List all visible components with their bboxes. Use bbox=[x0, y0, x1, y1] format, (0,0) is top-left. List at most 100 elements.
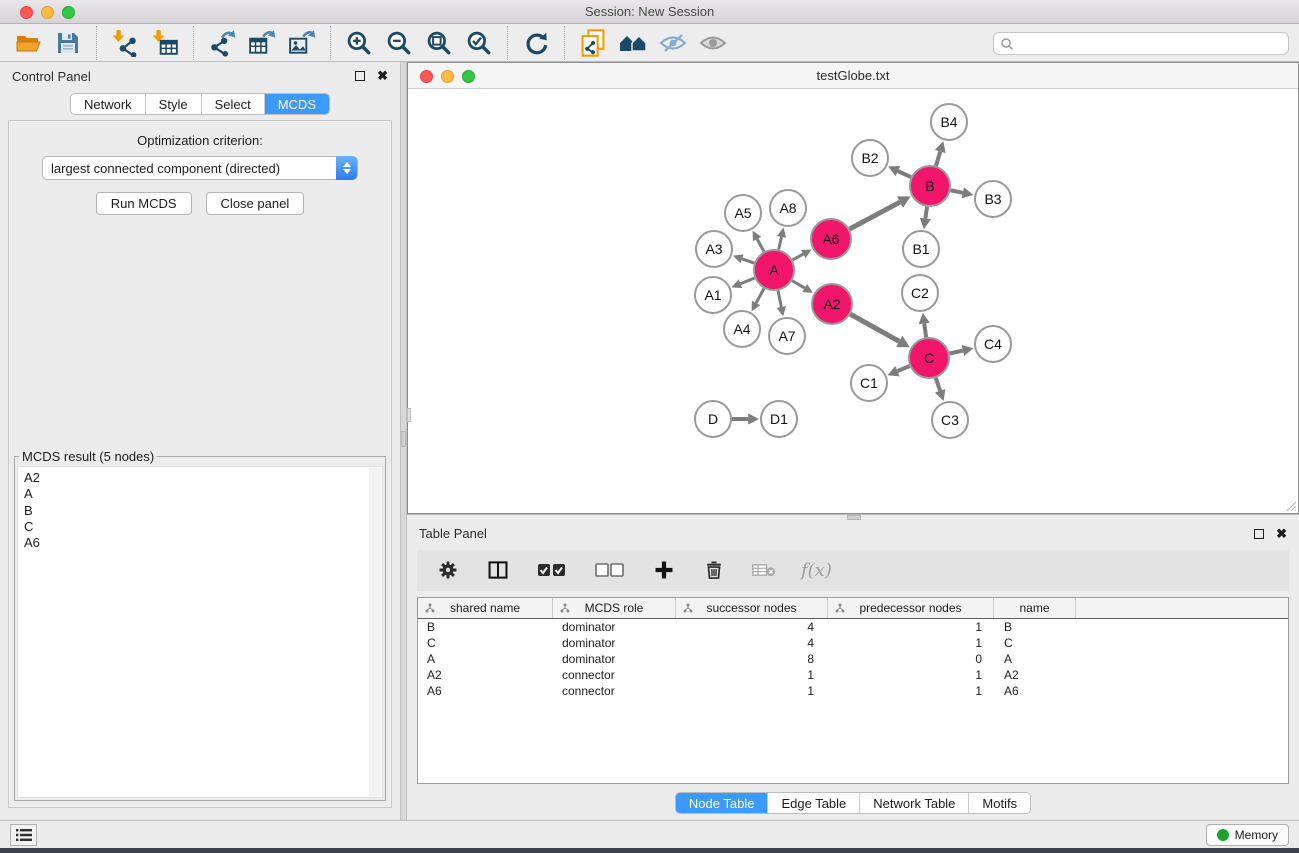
column-header-name[interactable]: name bbox=[994, 598, 1076, 618]
graph-edge-A-A1[interactable] bbox=[740, 278, 754, 284]
table-row[interactable]: B dominator 4 1 B bbox=[418, 619, 1288, 635]
zoom-selected-button[interactable] bbox=[459, 26, 499, 60]
graph-node-A[interactable]: A bbox=[754, 250, 794, 290]
export-image-button[interactable] bbox=[282, 26, 322, 60]
tab-node-table[interactable]: Node Table bbox=[676, 793, 769, 813]
graph-node-B1[interactable]: B1 bbox=[903, 231, 939, 267]
graph-edge-B-B3[interactable] bbox=[951, 190, 963, 193]
graph-edge-B-B2[interactable] bbox=[898, 171, 911, 177]
resize-grip-icon[interactable] bbox=[1284, 499, 1297, 512]
zoom-fit-button[interactable] bbox=[419, 26, 459, 60]
column-header-predecessor-nodes[interactable]: predecessor nodes bbox=[828, 598, 994, 618]
table-settings-button[interactable] bbox=[435, 557, 461, 583]
graph-node-A7[interactable]: A7 bbox=[769, 318, 805, 354]
graph-edge-A6-B[interactable] bbox=[850, 202, 901, 229]
create-column-button[interactable] bbox=[651, 557, 677, 583]
graph-node-B2[interactable]: B2 bbox=[852, 140, 888, 176]
search-box[interactable] bbox=[993, 32, 1289, 55]
refresh-button[interactable] bbox=[516, 26, 556, 60]
open-session-button[interactable] bbox=[8, 26, 48, 60]
graph-node-A6[interactable]: A6 bbox=[811, 219, 851, 259]
tab-network[interactable]: Network bbox=[71, 94, 146, 114]
result-item[interactable]: B bbox=[24, 503, 382, 519]
result-item[interactable]: A6 bbox=[24, 535, 382, 551]
delete-column-button[interactable] bbox=[701, 557, 727, 583]
hide-selected-button[interactable] bbox=[653, 26, 693, 60]
graph-node-A8[interactable]: A8 bbox=[770, 190, 806, 226]
export-table-button[interactable] bbox=[242, 26, 282, 60]
toggle-panel-mode-button[interactable] bbox=[485, 557, 511, 583]
graph-node-A1[interactable]: A1 bbox=[695, 277, 731, 313]
tab-mcds[interactable]: MCDS bbox=[265, 94, 329, 114]
minimize-window-button[interactable] bbox=[41, 6, 54, 19]
tab-style[interactable]: Style bbox=[146, 94, 202, 114]
graph-edge-C-C2[interactable] bbox=[924, 324, 926, 338]
graph-edge-A-A3[interactable] bbox=[742, 259, 754, 263]
graph-edge-A-A6[interactable] bbox=[792, 254, 803, 260]
save-session-button[interactable] bbox=[48, 26, 88, 60]
close-window-button[interactable] bbox=[20, 6, 33, 19]
optimization-criterion-dropdown[interactable]: largest connected component (directed) bbox=[42, 156, 358, 180]
vertical-splitter[interactable] bbox=[400, 62, 407, 820]
graph-edge-A-A4[interactable] bbox=[756, 288, 764, 303]
graph-edge-A2-C[interactable] bbox=[850, 314, 899, 341]
graph-edge-A-A2[interactable] bbox=[792, 281, 805, 288]
hide-all-columns-button[interactable] bbox=[593, 557, 627, 583]
graph-node-C[interactable]: C bbox=[909, 338, 949, 378]
import-table-button[interactable] bbox=[145, 26, 185, 60]
graph-node-D1[interactable]: D1 bbox=[761, 401, 797, 437]
new-network-from-selection-button[interactable] bbox=[573, 26, 613, 60]
show-all-button[interactable] bbox=[693, 26, 733, 60]
network-graph[interactable]: AA1A2A3A4A5A6A7A8BB1B2B3B4CC1C2C3C4DD1 bbox=[409, 90, 1297, 512]
graph-edge-C-C1[interactable] bbox=[897, 366, 909, 371]
column-header-successor-nodes[interactable]: successor nodes bbox=[676, 598, 828, 618]
zoom-in-button[interactable] bbox=[339, 26, 379, 60]
graph-node-A4[interactable]: A4 bbox=[724, 311, 760, 347]
close-table-panel-button[interactable]: ✖ bbox=[1276, 529, 1287, 539]
search-input[interactable] bbox=[1014, 37, 1282, 51]
result-item[interactable]: C bbox=[24, 519, 382, 535]
graph-edge-A-A7[interactable] bbox=[778, 291, 781, 307]
close-panel-button-2[interactable]: Close panel bbox=[206, 192, 305, 215]
view-edge-grip[interactable] bbox=[407, 408, 411, 422]
show-task-history-button[interactable] bbox=[10, 824, 37, 846]
tab-network-table[interactable]: Network Table bbox=[860, 793, 969, 813]
run-mcds-button[interactable]: Run MCDS bbox=[96, 192, 192, 215]
graph-node-C2[interactable]: C2 bbox=[902, 275, 938, 311]
zoom-out-button[interactable] bbox=[379, 26, 419, 60]
graph-node-B[interactable]: B bbox=[910, 166, 950, 206]
memory-button[interactable]: Memory bbox=[1206, 824, 1289, 846]
graph-node-A5[interactable]: A5 bbox=[725, 195, 761, 231]
tab-motifs[interactable]: Motifs bbox=[969, 793, 1030, 813]
graph-node-A3[interactable]: A3 bbox=[696, 231, 732, 267]
close-view-button[interactable] bbox=[420, 70, 433, 83]
tab-edge-table[interactable]: Edge Table bbox=[768, 793, 860, 813]
function-builder-button[interactable]: f(x) bbox=[801, 560, 832, 581]
close-panel-button[interactable]: ✖ bbox=[377, 71, 388, 81]
export-network-button[interactable] bbox=[202, 26, 242, 60]
result-item[interactable]: A bbox=[24, 486, 382, 502]
table-row[interactable]: A dominator 8 0 A bbox=[418, 651, 1288, 667]
graph-edge-A-A8[interactable] bbox=[779, 237, 782, 250]
graph-edge-C-C3[interactable] bbox=[936, 378, 940, 391]
delete-table-button[interactable] bbox=[751, 557, 777, 583]
first-neighbors-button[interactable] bbox=[613, 26, 653, 60]
network-canvas[interactable]: AA1A2A3A4A5A6A7A8BB1B2B3B4CC1C2C3C4DD1 bbox=[409, 90, 1297, 512]
horizontal-splitter[interactable] bbox=[407, 514, 1299, 520]
column-header-mcds-role[interactable]: MCDS role bbox=[553, 598, 676, 618]
graph-node-C4[interactable]: C4 bbox=[975, 326, 1011, 362]
tab-select[interactable]: Select bbox=[202, 94, 265, 114]
graph-node-C1[interactable]: C1 bbox=[851, 365, 887, 401]
graph-node-B4[interactable]: B4 bbox=[931, 104, 967, 140]
table-row[interactable]: C dominator 4 1 C bbox=[418, 635, 1288, 651]
graph-edge-B-B1[interactable] bbox=[925, 207, 927, 219]
minimize-view-button[interactable] bbox=[441, 70, 454, 83]
table-row[interactable]: A2 connector 1 1 A2 bbox=[418, 667, 1288, 683]
splitter-grip[interactable] bbox=[401, 431, 406, 447]
graph-edge-C-C4[interactable] bbox=[950, 351, 963, 354]
maximize-view-button[interactable] bbox=[462, 70, 475, 83]
graph-node-A2[interactable]: A2 bbox=[812, 284, 852, 324]
mcds-result-list[interactable]: A2 A B C A6 bbox=[17, 466, 383, 798]
float-table-panel-button[interactable] bbox=[1254, 529, 1264, 539]
graph-node-B3[interactable]: B3 bbox=[975, 181, 1011, 217]
